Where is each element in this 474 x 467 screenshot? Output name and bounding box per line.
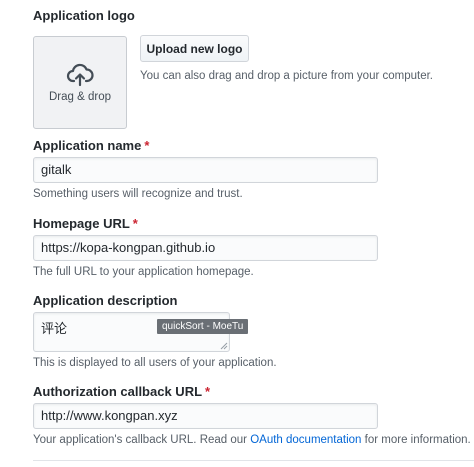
- homepage-url-label: Homepage URL *: [33, 216, 138, 231]
- oauth-documentation-link[interactable]: OAuth documentation: [250, 434, 361, 446]
- required-mark: *: [132, 216, 138, 231]
- resize-grip-icon[interactable]: [220, 342, 228, 350]
- tooltip: quickSort - MoeTu: [157, 319, 249, 334]
- cloud-upload-icon: [66, 63, 94, 86]
- logo-hint: You can also drag and drop a picture fro…: [140, 70, 433, 82]
- application-logo-label: Application logo: [33, 8, 135, 23]
- description-text: 评论: [41, 321, 68, 336]
- drop-zone-caption: Drag & drop: [48, 90, 111, 103]
- divider: [33, 460, 474, 461]
- application-name-input[interactable]: gitalk: [33, 157, 378, 183]
- application-description-note: This is displayed to all users of your a…: [33, 357, 277, 369]
- required-mark: *: [144, 138, 150, 153]
- upload-logo-button[interactable]: Upload new logo: [140, 35, 249, 62]
- application-name-label: Application name *: [33, 138, 150, 153]
- homepage-url-input[interactable]: https://kopa-kongpan.github.io: [33, 235, 378, 261]
- application-name-note: Something users will recognize and trust…: [33, 188, 243, 200]
- callback-url-note: Your application's callback URL. Read ou…: [33, 434, 471, 446]
- required-mark: *: [205, 384, 211, 399]
- application-description-label: Application description: [33, 293, 178, 308]
- callback-url-label: Authorization callback URL *: [33, 384, 211, 399]
- homepage-url-note: The full URL to your application homepag…: [33, 266, 254, 278]
- logo-drop-zone[interactable]: Drag & drop: [33, 36, 127, 129]
- callback-url-input[interactable]: http://www.kongpan.xyz: [33, 403, 378, 429]
